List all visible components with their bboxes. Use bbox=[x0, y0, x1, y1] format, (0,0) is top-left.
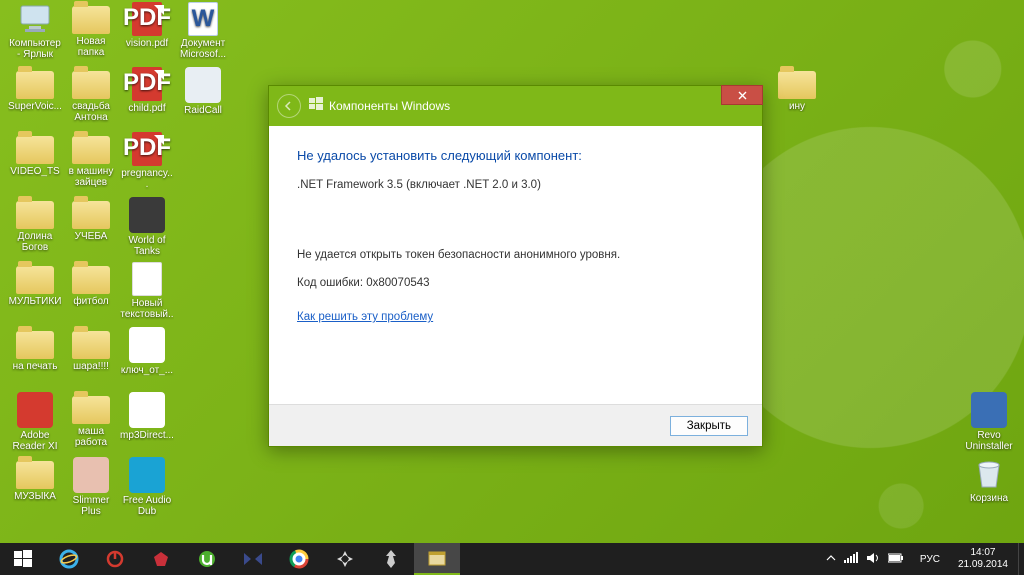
taskbar-mpc[interactable] bbox=[230, 543, 276, 575]
dialog-title: Компоненты Windows bbox=[329, 99, 450, 113]
desktop-icon-car[interactable]: в машину зайцев bbox=[64, 132, 118, 188]
icon-label: Free Audio Dub bbox=[120, 495, 174, 517]
dialog-body: Не удалось установить следующий компонен… bbox=[269, 126, 762, 323]
icon-label: Slimmer Plus bbox=[64, 495, 118, 517]
help-link[interactable]: Как решить эту проблему bbox=[297, 311, 433, 323]
desktop-icon-vision-pdf[interactable]: PDFvision.pdf bbox=[120, 2, 174, 49]
icon-label: SuperVoic... bbox=[8, 101, 62, 112]
icon-label: МУЗЫКА bbox=[8, 491, 62, 502]
desktop-icon-print[interactable]: на печать bbox=[8, 327, 62, 372]
icon-label: Компьютер - Ярлык bbox=[8, 38, 62, 60]
dialog-error-message: Не удается открыть токен безопасности ан… bbox=[297, 249, 734, 261]
desktop-icon-new-folder[interactable]: Новая папка bbox=[64, 2, 118, 58]
icon-label: шара!!!! bbox=[64, 361, 118, 372]
desktop-icon-study[interactable]: УЧЕБА bbox=[64, 197, 118, 242]
desktop-icon-masha[interactable]: маша работа bbox=[64, 392, 118, 448]
tray-chevron-up-icon[interactable] bbox=[826, 553, 836, 566]
desktop-icon-video-ts[interactable]: VIDEO_TS bbox=[8, 132, 62, 177]
taskbar-app-ruby[interactable] bbox=[138, 543, 184, 575]
icon-label: RaidCall bbox=[176, 105, 230, 116]
desktop-icon-pregnancy-pdf[interactable]: PDFpregnancy... bbox=[120, 132, 174, 190]
tray-battery-icon[interactable] bbox=[888, 553, 904, 566]
icon-label: VIDEO_TS bbox=[8, 166, 62, 177]
icon-label: свадьба Антона bbox=[64, 101, 118, 123]
taskbar-time: 14:07 bbox=[958, 547, 1008, 559]
tray-network-icon[interactable] bbox=[844, 552, 858, 567]
desktop-icon-raidcall[interactable]: RaidCall bbox=[176, 67, 230, 116]
taskbar-chrome[interactable] bbox=[276, 543, 322, 575]
dialog-error-code: Код ошибки: 0x80070543 bbox=[297, 277, 734, 289]
icon-label: маша работа bbox=[64, 426, 118, 448]
taskbar: РУС 14:07 21.09.2014 bbox=[0, 543, 1024, 575]
desktop-icon-word-doc[interactable]: WДокумент Microsof... bbox=[176, 2, 230, 60]
windows-flag-icon bbox=[309, 97, 323, 116]
desktop-icon-valley[interactable]: Долина Богов bbox=[8, 197, 62, 253]
taskbar-app-black[interactable] bbox=[322, 543, 368, 575]
dialog-heading: Не удалось установить следующий компонен… bbox=[297, 148, 734, 163]
icon-label: child.pdf bbox=[120, 103, 174, 114]
close-button[interactable] bbox=[721, 85, 763, 105]
tray-volume-icon[interactable] bbox=[866, 552, 880, 567]
dialog-footer: Закрыть bbox=[269, 404, 762, 446]
desktop-icon-music[interactable]: МУЗЫКА bbox=[8, 457, 62, 502]
desktop-icon-wedding[interactable]: свадьба Антона bbox=[64, 67, 118, 123]
dialog-titlebar[interactable]: Компоненты Windows bbox=[269, 86, 762, 126]
windows-features-dialog: Компоненты Windows Не удалось установить… bbox=[268, 85, 763, 447]
icon-label: vision.pdf bbox=[120, 38, 174, 49]
taskbar-utorrent[interactable] bbox=[184, 543, 230, 575]
icon-label: фитбол bbox=[64, 296, 118, 307]
desktop-icon-computer[interactable]: Компьютер - Ярлык bbox=[8, 2, 62, 60]
taskbar-language[interactable]: РУС bbox=[912, 554, 948, 565]
desktop-icon-txt[interactable]: Новый текстовый... bbox=[120, 262, 174, 320]
taskbar-date: 21.09.2014 bbox=[958, 559, 1008, 571]
icon-label: Документ Microsof... bbox=[176, 38, 230, 60]
show-desktop-button[interactable] bbox=[1018, 543, 1024, 575]
taskbar-power[interactable] bbox=[92, 543, 138, 575]
desktop-icon-adobe[interactable]: Adobe Reader XI bbox=[8, 392, 62, 452]
icon-label: ключ_от_... bbox=[120, 365, 174, 376]
icon-label: ину bbox=[770, 101, 824, 112]
icon-label: Новый текстовый... bbox=[120, 298, 174, 320]
start-button[interactable] bbox=[0, 543, 46, 575]
desktop-icon-cartoons[interactable]: МУЛЬТИКИ bbox=[8, 262, 62, 307]
desktop-icon-audiodub[interactable]: Free Audio Dub bbox=[120, 457, 174, 517]
taskbar-ie[interactable] bbox=[46, 543, 92, 575]
icon-label: Корзина bbox=[962, 493, 1016, 504]
icon-label: Adobe Reader XI bbox=[8, 430, 62, 452]
taskbar-skyrim[interactable] bbox=[368, 543, 414, 575]
icon-label: Долина Богов bbox=[8, 231, 62, 253]
taskbar-windows-features[interactable] bbox=[414, 543, 460, 575]
icon-label: УЧЕБА bbox=[64, 231, 118, 242]
icon-label: Новая папка bbox=[64, 36, 118, 58]
desktop-icon-fitball[interactable]: фитбол bbox=[64, 262, 118, 307]
desktop-icon-child-pdf[interactable]: PDFchild.pdf bbox=[120, 67, 174, 114]
desktop-icon-supervoice[interactable]: SuperVoic... bbox=[8, 67, 62, 112]
desktop-icon-slimmer[interactable]: Slimmer Plus bbox=[64, 457, 118, 517]
icon-label: в машину зайцев bbox=[64, 166, 118, 188]
taskbar-clock[interactable]: 14:07 21.09.2014 bbox=[948, 547, 1018, 571]
desktop-icon-revo[interactable]: Revo Uninstaller bbox=[962, 392, 1016, 452]
desktop-icon-mp3[interactable]: mp3Direct... bbox=[120, 392, 174, 441]
desktop-icon-key[interactable]: ключ_от_... bbox=[120, 327, 174, 376]
taskbar-right: РУС 14:07 21.09.2014 bbox=[818, 543, 1024, 575]
desktop-icon-shara[interactable]: шара!!!! bbox=[64, 327, 118, 372]
back-button bbox=[277, 94, 301, 118]
desktop-icon-recyclebin[interactable]: Корзина bbox=[962, 457, 1016, 504]
icon-label: на печать bbox=[8, 361, 62, 372]
icon-label: mp3Direct... bbox=[120, 430, 174, 441]
desktop-icon-right1[interactable]: ину bbox=[770, 67, 824, 112]
icon-label: pregnancy... bbox=[120, 168, 174, 190]
system-tray[interactable] bbox=[818, 552, 912, 567]
close-dialog-button[interactable]: Закрыть bbox=[670, 416, 748, 436]
desktop-icon-wot[interactable]: World of Tanks bbox=[120, 197, 174, 257]
icon-label: World of Tanks bbox=[120, 235, 174, 257]
icon-label: Revo Uninstaller bbox=[962, 430, 1016, 452]
icon-label: МУЛЬТИКИ bbox=[8, 296, 62, 307]
dialog-component-name: .NET Framework 3.5 (включает .NET 2.0 и … bbox=[297, 179, 734, 191]
